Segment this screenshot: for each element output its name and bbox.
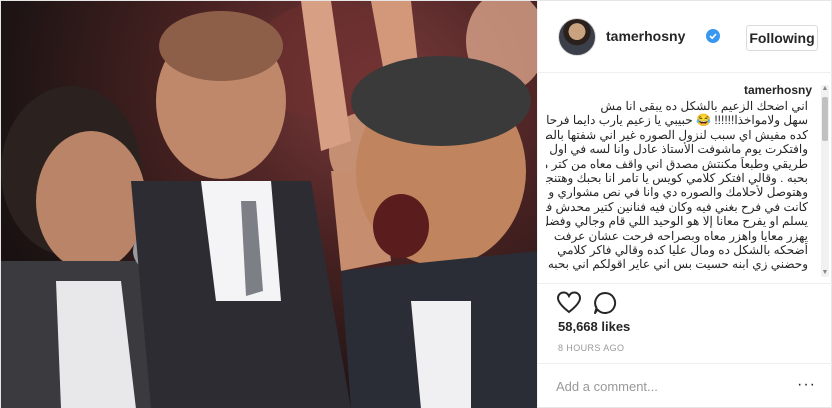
caption-line: سهل ولامواخذا!!!!!! 😂 حبيبي يا زعيم يارب… — [546, 113, 808, 128]
caption-line: طريقي وطبعاً مكنتش مصدق اني واقف معاه من… — [546, 156, 808, 171]
scroll-up-arrow-icon[interactable]: ▲ — [821, 85, 829, 93]
post-photo[interactable] — [1, 1, 537, 408]
caption-line: وحضني زي ابنه حسيت بس اني عاير اقولكم ان… — [546, 257, 808, 272]
header-username[interactable]: tamerhosny — [606, 28, 685, 44]
caption-panel: tamerhosny اني اضحك الزعيم بالشكل ده يبق… — [538, 73, 832, 281]
caption-line: يسلم او يفرح معانا إلا هو الوحيد اللي قا… — [546, 214, 808, 229]
post-header: tamerhosny Following — [538, 1, 832, 73]
scroll-thumb[interactable] — [822, 97, 828, 141]
caption-line: أضحكه بالشكل ده ومال عليا كده وقالي فاكر… — [557, 243, 808, 258]
photo-illustration — [1, 1, 537, 408]
verified-badge-icon — [706, 29, 720, 43]
avatar[interactable] — [558, 18, 596, 56]
post-timestamp[interactable]: 8 HOURS AGO — [558, 343, 624, 353]
caption-line: كده مفيش اي سبب لنزول الصوره غير اني شفت… — [546, 127, 808, 142]
caption-line: وهتوصل لأحلامك والصوره دي وانا في نص مشو… — [548, 185, 808, 200]
following-button[interactable]: Following — [746, 25, 818, 51]
heart-icon[interactable] — [556, 290, 582, 316]
action-bar — [538, 283, 832, 317]
caption-line: كانت في فرح بغني فيه وكان فيه فنانين كتي… — [546, 199, 808, 214]
caption-line: اني اضحك الزعيم بالشكل ده يبقى انا مش — [600, 99, 808, 113]
caption-text: اني اضحك الزعيم بالشكل ده يبقى انا مش سه… — [546, 99, 808, 272]
comment-box: ··· — [538, 363, 832, 408]
like-count[interactable]: 58,668 likes — [558, 319, 630, 334]
caption-scrollbar[interactable]: ▲ ▼ — [821, 85, 829, 277]
scroll-down-arrow-icon[interactable]: ▼ — [821, 269, 829, 277]
instagram-post: tamerhosny Following tamerhosny اني اضحك… — [0, 0, 832, 408]
more-options-icon[interactable]: ··· — [797, 376, 816, 394]
caption-line: وافتكرت يوم ماشوفت الأستاذ عادل وانا لسه… — [549, 142, 808, 157]
post-sidebar: tamerhosny Following tamerhosny اني اضحك… — [537, 1, 832, 408]
add-comment-input[interactable] — [556, 376, 786, 396]
caption-line: يهزر معايا واهزر معاه وبصراحه فرحت عشان … — [553, 228, 808, 243]
caption-line: بحبه . وقالي افتكر كلامي كويس يا تامر ان… — [546, 171, 808, 186]
comment-bubble-icon[interactable] — [592, 290, 618, 316]
caption-username[interactable]: tamerhosny — [744, 83, 812, 97]
